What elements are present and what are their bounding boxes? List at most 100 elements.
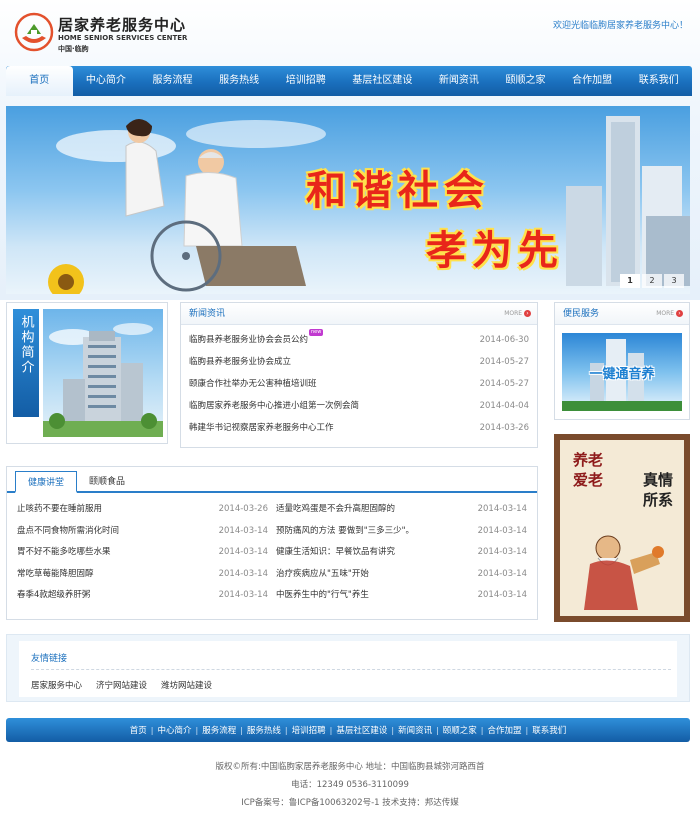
nav-item-process[interactable]: 服务流程 — [139, 66, 206, 96]
health-tabs: 健康讲堂 颐顺食品 — [7, 467, 537, 493]
list-item[interactable]: 常吃草莓能降胆固醇 2014-03-14 — [17, 564, 268, 586]
about-panel[interactable]: 机构简介 — [6, 302, 168, 444]
divider — [31, 669, 671, 670]
main-nav: 首页 中心简介 服务流程 服务热线 培训招聘 基层社区建设 新闻资讯 颐顺之家 … — [6, 66, 692, 96]
scroll-paper: 养老爱老 真情所系 — [560, 440, 684, 616]
news-item-date: 2014-06-30 — [479, 335, 529, 345]
article-title[interactable]: 常吃草莓能降胆固醇 — [17, 564, 94, 586]
footer-link-home-care[interactable]: 颐顺之家 — [439, 724, 481, 736]
about-building-image[interactable] — [43, 309, 163, 437]
banner-dot-3[interactable]: 3 — [664, 274, 684, 288]
article-date: 2014-03-14 — [477, 590, 527, 600]
news-item-date: 2014-05-27 — [479, 379, 529, 389]
tab-health-lecture[interactable]: 健康讲堂 — [15, 471, 78, 493]
new-badge: new — [309, 329, 324, 336]
news-row[interactable]: 颐康合作社举办无公害种植培训班 2014-05-27 — [189, 373, 529, 395]
footer-link-about[interactable]: 中心简介 — [153, 724, 195, 736]
list-item[interactable]: 止咳药不要在睡前服用 2014-03-26 — [17, 499, 268, 521]
nav-item-hotline[interactable]: 服务热线 — [206, 66, 273, 96]
calligraphy-scroll[interactable]: 养老爱老 真情所系 — [554, 434, 690, 622]
article-title[interactable]: 中医养生中的"行气"养生 — [276, 585, 369, 607]
footer-phone: 电话：12349 0536-3110099 — [291, 780, 409, 790]
footer-link-news[interactable]: 新闻资讯 — [394, 724, 436, 736]
service-more-link[interactable]: MORE › — [656, 303, 683, 325]
service-banner-image[interactable]: 一键通音养 — [562, 333, 682, 411]
footer-link-contact[interactable]: 联系我们 — [528, 724, 570, 736]
logo-icon[interactable] — [14, 12, 54, 52]
list-item[interactable]: 春季4款超级养肝粥 2014-03-14 — [17, 585, 268, 607]
news-item-title[interactable]: 颐康合作社举办无公害种植培训班 — [189, 373, 317, 395]
news-row[interactable]: 临朐县养老服务业协会会员公约new 2014-06-30 — [189, 329, 529, 351]
list-item[interactable]: 适量吃鸡蛋是不会升高胆固醇的 2014-03-14 — [276, 499, 527, 521]
news-more-label: MORE — [504, 310, 523, 317]
footer-icp: ICP备案号：鲁ICP备10063202号-1 技术支持：邦达传媒 — [241, 798, 459, 808]
list-item[interactable]: 健康生活知识：早餐饮品有讲究 2014-03-14 — [276, 542, 527, 564]
news-item-title[interactable]: 临朐县养老服务业协会会员公约 — [189, 335, 308, 345]
news-row[interactable]: 临朐居家养老服务中心推进小组第一次例会简 2014-04-04 — [189, 395, 529, 417]
article-title[interactable]: 预防痛风的方法 要做到"三多三少"。 — [276, 521, 414, 543]
list-item[interactable]: 胃不好不能多吃哪些水果 2014-03-14 — [17, 542, 268, 564]
footer-link-community[interactable]: 基层社区建设 — [332, 724, 391, 736]
banner-dot-2[interactable]: 2 — [642, 274, 662, 288]
article-title[interactable]: 春季4款超级养肝粥 — [17, 585, 90, 607]
logo-title[interactable]: 居家养老服务中心 — [58, 14, 186, 35]
list-item[interactable]: 中医养生中的"行气"养生 2014-03-14 — [276, 585, 527, 607]
nav-item-contact[interactable]: 联系我们 — [625, 66, 692, 96]
news-row[interactable]: 韩建华书记视察居家养老服务中心工作 2014-03-26 — [189, 417, 529, 439]
building-illustration — [43, 323, 163, 437]
welcome-text: 欢迎光临临朐居家养老服务中心！ — [552, 21, 688, 31]
banner-slogan-line2: 孝为先 — [426, 227, 564, 274]
news-row[interactable]: 临朐县养老服务业协会成立 2014-05-27 — [189, 351, 529, 373]
article-date: 2014-03-14 — [477, 568, 527, 579]
nav-item-about[interactable]: 中心简介 — [73, 66, 140, 96]
header: 居家养老服务中心 HOME SENIOR SERVICES CENTER 中国·… — [0, 0, 700, 62]
service-banner-text: 一键通音养 — [589, 367, 655, 382]
article-date: 2014-03-14 — [218, 590, 268, 600]
footer-link-home[interactable]: 首页 — [126, 724, 151, 736]
tab-yishun-food[interactable]: 颐顺食品 — [77, 471, 137, 493]
article-title[interactable]: 盘点不同食物所需消化时间 — [17, 521, 119, 543]
banner-dot-1[interactable]: 1 — [620, 274, 640, 288]
logo-location: 中国·临朐 — [58, 45, 89, 53]
nav-item-news[interactable]: 新闻资讯 — [426, 66, 493, 96]
list-item[interactable]: 治疗疾病应从"五味"开始 2014-03-14 — [276, 564, 527, 586]
footer-link-training[interactable]: 培训招聘 — [288, 724, 330, 736]
news-item-title[interactable]: 临朐县养老服务业协会成立 — [189, 351, 291, 373]
elder-figure-illustration — [584, 535, 664, 610]
news-title: 新闻资讯 — [189, 309, 226, 319]
list-item[interactable]: 盘点不同食物所需消化时间 2014-03-14 — [17, 521, 268, 543]
nav-item-training[interactable]: 培训招聘 — [272, 66, 339, 96]
hero-banner[interactable]: 和谐社会 孝为先 1 2 3 — [6, 106, 690, 294]
service-panel: 便民服务 MORE › 一键通音养 — [554, 302, 690, 420]
footer-link-hotline[interactable]: 服务热线 — [243, 724, 285, 736]
article-title[interactable]: 健康生活知识：早餐饮品有讲究 — [276, 542, 395, 564]
article-title[interactable]: 胃不好不能多吃哪些水果 — [17, 542, 111, 564]
about-tag-label: 机构简介 — [18, 315, 34, 375]
footer-link-join[interactable]: 合作加盟 — [484, 724, 526, 736]
more-arrow-icon: › — [524, 310, 531, 317]
article-title[interactable]: 止咳药不要在睡前服用 — [17, 499, 102, 521]
banner-slogan-line1: 和谐社会 — [306, 167, 490, 214]
nav-item-join[interactable]: 合作加盟 — [559, 66, 626, 96]
friend-link[interactable]: 居家服务中心 — [31, 679, 82, 691]
news-more-link[interactable]: MORE › — [504, 303, 531, 325]
footer-link-process[interactable]: 服务流程 — [198, 724, 240, 736]
friend-links-section: 友情链接 居家服务中心 济宁网站建设 潍坊网站建设 — [6, 634, 690, 702]
news-item-date: 2014-05-27 — [479, 357, 529, 367]
logo-subtitle: HOME SENIOR SERVICES CENTER — [58, 34, 188, 42]
friend-link[interactable]: 潍坊网站建设 — [161, 679, 212, 691]
news-item-title[interactable]: 韩建华书记视察居家养老服务中心工作 — [189, 417, 334, 439]
service-header: 便民服务 MORE › — [555, 303, 689, 325]
article-title[interactable]: 治疗疾病应从"五味"开始 — [276, 564, 369, 586]
nav-item-home[interactable]: 首页 — [6, 66, 73, 96]
list-item[interactable]: 预防痛风的方法 要做到"三多三少"。 2014-03-14 — [276, 521, 527, 543]
news-item-title[interactable]: 临朐居家养老服务中心推进小组第一次例会简 — [189, 395, 359, 417]
article-date: 2014-03-26 — [218, 504, 268, 514]
health-panel: 健康讲堂 颐顺食品 止咳药不要在睡前服用 2014-03-26 盘点不同食物所需消… — [6, 466, 538, 620]
nav-item-home-care[interactable]: 颐顺之家 — [492, 66, 559, 96]
article-title[interactable]: 适量吃鸡蛋是不会升高胆固醇的 — [276, 499, 395, 521]
nav-item-community[interactable]: 基层社区建设 — [339, 66, 426, 96]
about-tag[interactable]: 机构简介 — [13, 309, 39, 417]
friend-link[interactable]: 济宁网站建设 — [96, 679, 147, 691]
banner-pager: 1 2 3 — [620, 274, 684, 288]
